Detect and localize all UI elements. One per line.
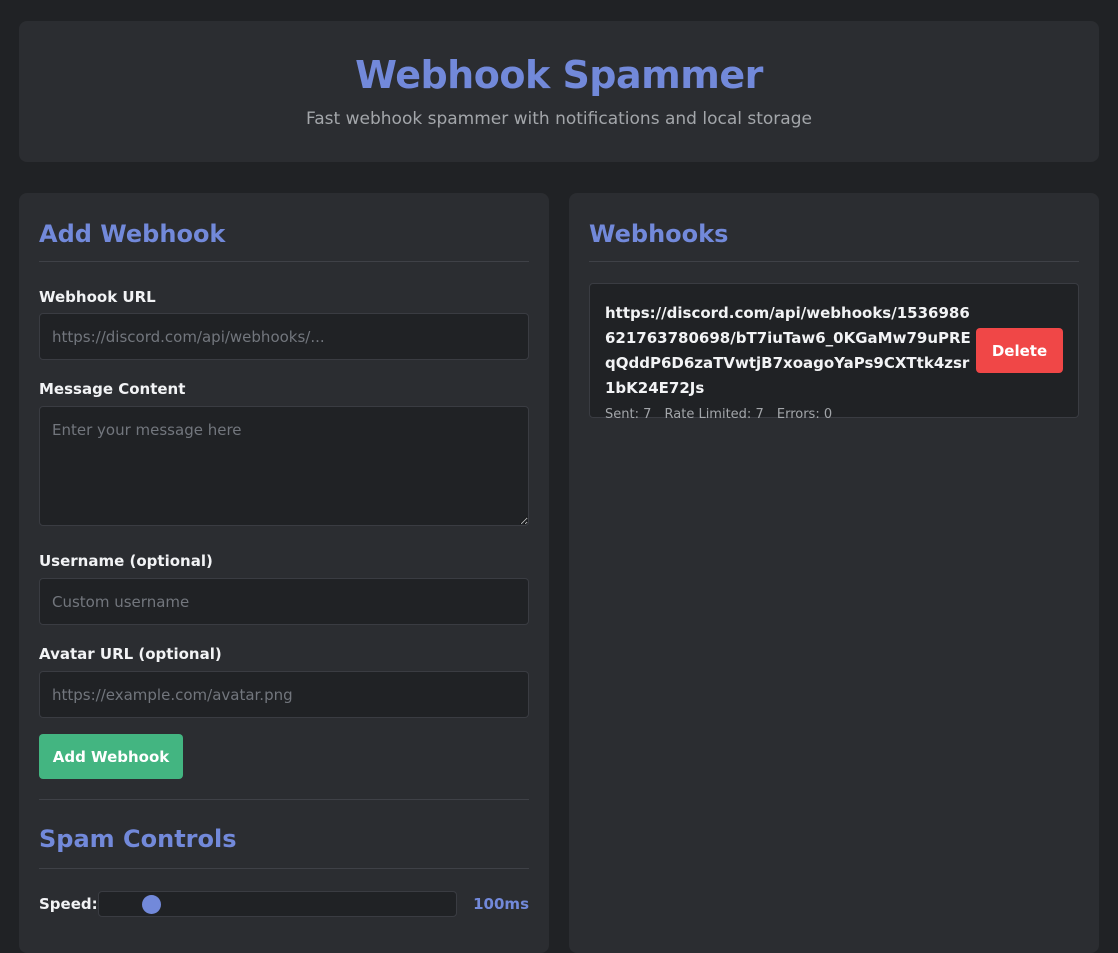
webhook-item-stats: Sent: 7 Rate Limited: 7 Errors: 0 [605,407,1063,422]
delete-webhook-button[interactable]: Delete [976,328,1063,373]
username-input[interactable] [39,578,529,625]
add-webhook-title: Add Webhook [39,193,529,262]
username-label: Username (optional) [39,552,213,570]
speed-slider-thumb[interactable] [141,895,161,914]
avatar-url-input[interactable] [39,671,529,718]
page-subtitle: Fast webhook spammer with notifications … [306,109,812,129]
avatar-url-label: Avatar URL (optional) [39,645,222,663]
message-content-label: Message Content [39,380,186,398]
speed-label: Speed: [39,895,98,913]
webhook-url-label: Webhook URL [39,288,156,306]
rate-limited-count: Rate Limited: 7 [664,407,764,422]
webhook-item-url: https://discord.com/api/webhooks/1536986… [605,304,971,397]
page-title: Webhook Spammer [355,53,763,97]
sent-count: Sent: 7 [605,407,652,422]
webhook-item: https://discord.com/api/webhooks/1536986… [589,283,1079,422]
page-header: Webhook Spammer Fast webhook spammer wit… [19,21,1099,162]
webhooks-panel: Webhooks https://discord.com/api/webhook… [569,193,1099,953]
webhook-url-input[interactable] [39,313,529,360]
speed-value: 100ms [473,895,529,913]
message-content-input[interactable] [39,406,529,526]
add-webhook-panel: Add Webhook Webhook URL Message Content … [19,193,549,953]
add-webhook-button[interactable]: Add Webhook [39,734,183,779]
speed-control: Speed: 100ms [39,891,529,917]
spam-controls-title: Spam Controls [39,800,529,869]
webhooks-title: Webhooks [589,193,1079,262]
error-count: Errors: 0 [776,407,833,422]
speed-slider[interactable] [97,891,458,917]
